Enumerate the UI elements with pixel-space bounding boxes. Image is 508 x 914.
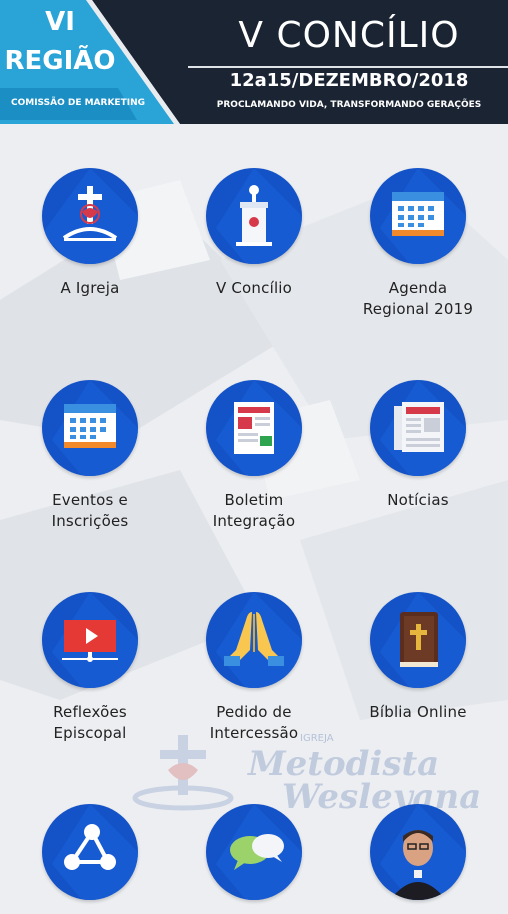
menu-item-label: A Igreja: [60, 279, 120, 297]
menu-item-reflexoes[interactable]: Reflexões Episcopal: [8, 592, 172, 744]
share-icon: [42, 804, 138, 900]
menu-item-v-concilio[interactable]: V Concílio: [172, 168, 336, 299]
app-header: VI REGIÃO COMISSÃO DE MARKETING V CONCÍL…: [0, 0, 508, 124]
bible-icon: [370, 592, 466, 688]
newsletter-icon: [206, 380, 302, 476]
menu-item-boletim[interactable]: Boletim Integração: [172, 380, 336, 532]
bishop-portrait-icon: [370, 804, 466, 900]
menu-item-label: Notícias: [387, 491, 449, 509]
menu-item-eventos[interactable]: Eventos e Inscrições: [8, 380, 172, 532]
menu-item-label: V Concílio: [215, 279, 293, 297]
region-number: VI: [45, 7, 75, 37]
menu-item-label: Reflexões Episcopal: [53, 703, 127, 742]
menu-grid: A Igreja V Concílio Agenda Regional 2019…: [0, 124, 508, 900]
newspaper-icon: [370, 380, 466, 476]
menu-item-label: Agenda Regional 2019: [362, 279, 474, 318]
event-tagline: PROCLAMANDO VIDA, TRANSFORMANDO GERAÇÕES: [216, 100, 482, 110]
menu-item-share[interactable]: [8, 804, 172, 914]
calendar-icon: [42, 380, 138, 476]
menu-item-biblia-online[interactable]: Bíblia Online: [336, 592, 500, 723]
pulpit-icon: [206, 168, 302, 264]
church-cross-icon: [42, 168, 138, 264]
chat-bubbles-icon: [206, 804, 302, 900]
menu-item-agenda-regional[interactable]: Agenda Regional 2019: [336, 168, 500, 320]
calendar-icon: [370, 168, 466, 264]
menu-item-intercessao[interactable]: Pedido de Intercessão: [172, 592, 336, 744]
menu-item-a-igreja[interactable]: A Igreja: [8, 168, 172, 299]
menu-item-bishop[interactable]: [336, 804, 500, 914]
menu-item-chat[interactable]: [172, 804, 336, 914]
event-title: V CONCÍLIO: [238, 15, 460, 56]
praying-hands-icon: [206, 592, 302, 688]
region-subtitle: COMISSÃO DE MARKETING: [10, 98, 145, 108]
menu-item-label: Boletim Integração: [212, 491, 296, 530]
menu-item-label: Eventos e Inscrições: [51, 491, 129, 530]
menu-item-noticias[interactable]: Notícias: [336, 380, 500, 511]
event-dates: 12a15/DEZEMBRO/2018: [229, 70, 469, 91]
region-label: REGIÃO: [4, 46, 116, 76]
menu-item-label: Bíblia Online: [369, 703, 467, 721]
video-player-icon: [42, 592, 138, 688]
menu-item-label: Pedido de Intercessão: [209, 703, 299, 742]
